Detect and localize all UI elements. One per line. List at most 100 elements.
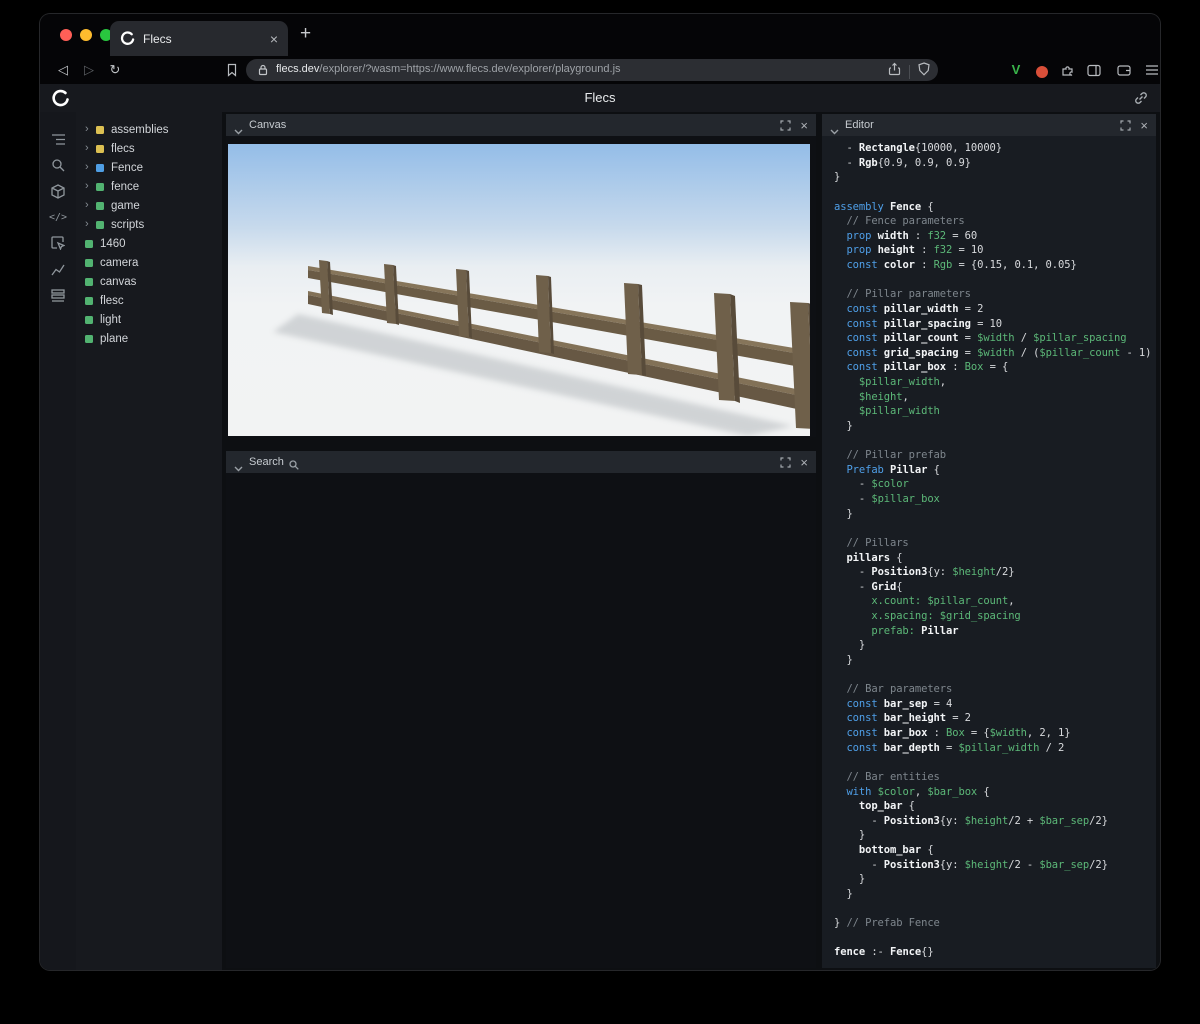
code-line[interactable]: const bar_box : Box = {$width, 2, 1} xyxy=(834,726,1156,741)
code-line[interactable]: } xyxy=(834,507,1156,522)
rows-icon[interactable] xyxy=(40,282,76,308)
tree-item-1460[interactable]: 1460 xyxy=(76,234,222,253)
code-line[interactable]: bottom_bar { xyxy=(834,843,1156,858)
code-line[interactable]: - Rectangle{10000, 10000} xyxy=(834,141,1156,156)
v-extension-icon[interactable]: V xyxy=(1008,61,1024,77)
tree-item-flecs[interactable]: › flecs xyxy=(76,139,222,158)
forward-button[interactable]: ▷ xyxy=(80,61,98,79)
code-line[interactable]: const pillar_count = $width / $pillar_sp… xyxy=(834,331,1156,346)
code-line[interactable] xyxy=(834,755,1156,770)
code-line[interactable] xyxy=(834,185,1156,200)
code-line[interactable] xyxy=(834,902,1156,917)
tree-item-canvas[interactable]: canvas xyxy=(76,272,222,291)
code-line[interactable]: prop width : f32 = 60 xyxy=(834,229,1156,244)
canvas-3d-scene[interactable] xyxy=(228,144,810,436)
code-line[interactable]: } xyxy=(834,828,1156,843)
code-line[interactable]: x.spacing: $grid_spacing xyxy=(834,609,1156,624)
code-line[interactable]: - Grid{ xyxy=(834,580,1156,595)
puzzle-icon[interactable] xyxy=(1060,62,1076,78)
code-line[interactable]: const bar_sep = 4 xyxy=(834,697,1156,712)
code-line[interactable]: } xyxy=(834,638,1156,653)
share-icon[interactable] xyxy=(888,62,901,81)
expand-panel-icon[interactable] xyxy=(778,455,792,469)
code-line[interactable]: pillars { xyxy=(834,551,1156,566)
hierarchy-icon[interactable] xyxy=(40,126,76,152)
code-line[interactable]: - Position3{y: $height/2 + $bar_sep/2} xyxy=(834,814,1156,829)
tree-item-light[interactable]: light xyxy=(76,310,222,329)
code-line[interactable]: $height, xyxy=(834,390,1156,405)
inspect-icon[interactable] xyxy=(40,230,76,256)
code-line[interactable]: top_bar { xyxy=(834,799,1156,814)
expand-panel-icon[interactable] xyxy=(1118,118,1132,132)
code-line[interactable]: // Pillar prefab xyxy=(834,448,1156,463)
code-line[interactable]: prop height : f32 = 10 xyxy=(834,243,1156,258)
code-line[interactable]: const pillar_width = 2 xyxy=(834,302,1156,317)
link-icon[interactable] xyxy=(1134,91,1148,105)
editor-panel-content[interactable]: - Rectangle{10000, 10000} - Rgb{0.9, 0.9… xyxy=(822,136,1156,968)
tree-item-flesc[interactable]: flesc xyxy=(76,291,222,310)
code-line[interactable]: - $color xyxy=(834,477,1156,492)
chevron-down-icon[interactable] xyxy=(234,459,243,472)
tree-item-fence[interactable]: › fence xyxy=(76,177,222,196)
code-line[interactable]: assembly Fence { xyxy=(834,200,1156,215)
window-minimize-button[interactable] xyxy=(80,29,92,41)
window-close-button[interactable] xyxy=(60,29,72,41)
code-line[interactable]: const bar_depth = $pillar_width / 2 xyxy=(834,741,1156,756)
expand-arrow-icon[interactable]: › xyxy=(85,162,96,173)
url-bar[interactable]: flecs.dev/explorer/?wasm=https://www.fle… xyxy=(246,59,938,81)
code-line[interactable] xyxy=(834,521,1156,536)
code-line[interactable]: - Rgb{0.9, 0.9, 0.9} xyxy=(834,156,1156,171)
code-line[interactable]: // Bar entities xyxy=(834,770,1156,785)
code-line[interactable]: } // Prefab Fence xyxy=(834,916,1156,931)
code-line[interactable]: } xyxy=(834,872,1156,887)
search-icon[interactable] xyxy=(40,152,76,178)
cube-icon[interactable] xyxy=(40,178,76,204)
chevron-down-icon[interactable] xyxy=(234,122,243,135)
code-line[interactable]: prefab: Pillar xyxy=(834,624,1156,639)
red-extension-icon[interactable] xyxy=(1034,64,1050,80)
close-panel-icon[interactable]: × xyxy=(800,119,808,132)
code-line[interactable]: x.count: $pillar_count, xyxy=(834,594,1156,609)
menu-icon[interactable] xyxy=(1144,62,1160,78)
search-panel-content[interactable] xyxy=(226,473,816,968)
expand-arrow-icon[interactable]: › xyxy=(85,124,96,135)
canvas-panel-header[interactable]: Canvas × xyxy=(226,114,816,136)
code-line[interactable] xyxy=(834,668,1156,683)
code-line[interactable]: - Position3{y: $height/2 - $bar_sep/2} xyxy=(834,858,1156,873)
code-line[interactable]: const pillar_spacing = 10 xyxy=(834,317,1156,332)
code-line[interactable]: const pillar_box : Box = { xyxy=(834,360,1156,375)
bookmark-icon[interactable] xyxy=(224,62,240,78)
code-line[interactable]: - $pillar_box xyxy=(834,492,1156,507)
tree-item-assemblies[interactable]: › assemblies xyxy=(76,120,222,139)
search-panel-header[interactable]: Search × xyxy=(226,451,816,473)
code-line[interactable]: - Position3{y: $height/2} xyxy=(834,565,1156,580)
code-line[interactable] xyxy=(834,931,1156,946)
code-line[interactable] xyxy=(834,273,1156,288)
code-line[interactable]: // Fence parameters xyxy=(834,214,1156,229)
wallet-icon[interactable] xyxy=(1116,62,1132,78)
browser-tab[interactable]: Flecs × xyxy=(110,21,288,56)
expand-panel-icon[interactable] xyxy=(778,118,792,132)
chevron-down-icon[interactable] xyxy=(830,122,839,135)
code-line[interactable]: } xyxy=(834,887,1156,902)
back-button[interactable]: ◁ xyxy=(54,61,72,79)
code-line[interactable]: } xyxy=(834,419,1156,434)
code-line[interactable]: const bar_height = 2 xyxy=(834,711,1156,726)
close-panel-icon[interactable]: × xyxy=(800,456,808,469)
tree-item-plane[interactable]: plane xyxy=(76,329,222,348)
new-tab-button[interactable]: + xyxy=(300,23,311,45)
close-panel-icon[interactable]: × xyxy=(1140,119,1148,132)
code-line[interactable]: with $color, $bar_box { xyxy=(834,785,1156,800)
code-line[interactable]: $pillar_width xyxy=(834,404,1156,419)
expand-arrow-icon[interactable]: › xyxy=(85,219,96,230)
tree-item-game[interactable]: › game xyxy=(76,196,222,215)
code-line[interactable]: const color : Rgb = {0.15, 0.1, 0.05} xyxy=(834,258,1156,273)
code-line[interactable] xyxy=(834,434,1156,449)
expand-arrow-icon[interactable]: › xyxy=(85,200,96,211)
code-editor[interactable]: - Rectangle{10000, 10000} - Rgb{0.9, 0.9… xyxy=(822,136,1156,960)
code-line[interactable]: } xyxy=(834,653,1156,668)
code-line[interactable]: const grid_spacing = $width / ($pillar_c… xyxy=(834,346,1156,361)
code-line[interactable]: Prefab Pillar { xyxy=(834,463,1156,478)
code-icon[interactable]: </> xyxy=(40,204,76,230)
chart-icon[interactable] xyxy=(40,256,76,282)
